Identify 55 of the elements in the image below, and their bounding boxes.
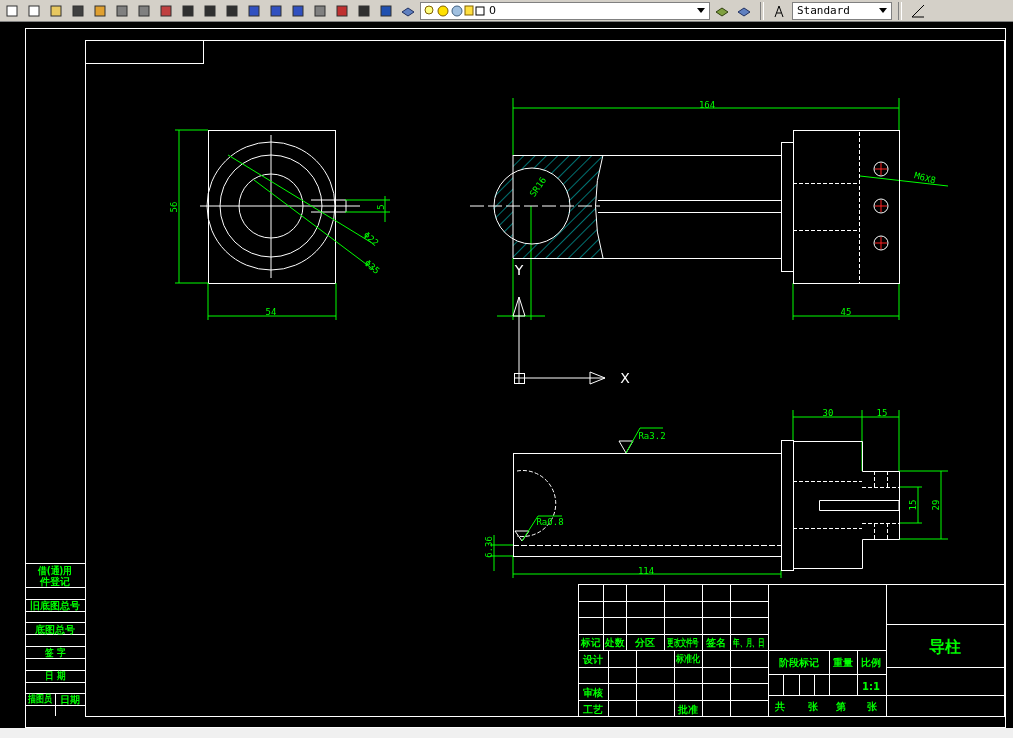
text-style-name: Standard [797, 4, 851, 17]
signature-label: 工艺 [583, 703, 603, 715]
strip-label: 借(通)用 [38, 564, 72, 576]
layer-name: 0 [489, 4, 497, 17]
info-header: 重量 [833, 656, 853, 668]
dimension-text: 6.36 [484, 536, 494, 558]
signature-label: 审核 [583, 686, 603, 698]
strip-label: 旧底图总号 [30, 599, 80, 611]
sheet-label: 第 [836, 700, 846, 712]
text-style-dropdown[interactable]: Standard [792, 1, 892, 20]
dimension-text: 164 [698, 100, 716, 110]
dimension-text: 15 [908, 499, 918, 511]
revision-header: 分区 [635, 636, 655, 648]
revision-header: 更改文件号 [667, 636, 699, 648]
strip-label: 日期 [60, 693, 80, 705]
dimension-text: M6X8 [913, 170, 937, 186]
revision-header: 签名 [706, 636, 726, 648]
strip-label: 描图员 [28, 693, 52, 705]
strip-label: 日 期 [45, 669, 65, 681]
dimension-text: Φ22 [361, 229, 381, 249]
strip-label: 件登记 [40, 575, 70, 587]
signature-label: 批准 [678, 703, 698, 715]
dimension-text: 45 [840, 307, 852, 317]
info-header: 比例 [861, 656, 881, 668]
strip-label: 签 字 [45, 646, 65, 658]
signature-label: 标准化 [676, 653, 700, 665]
dimension-text: 56 [169, 201, 179, 213]
roughness-symbol [514, 515, 563, 542]
sheet-label: 张 [808, 700, 818, 712]
dimension-text: 29 [931, 499, 941, 511]
revision-header: 标记 [581, 636, 601, 648]
strip-label: 底图总号 [35, 623, 75, 635]
info-header: 阶段标记 [779, 656, 819, 668]
scale-value: 1:1 [862, 680, 880, 692]
sheet-label: 共 [775, 700, 785, 712]
dimension-text: 114 [637, 566, 655, 576]
dimension-text: 30 [822, 408, 834, 418]
dropdown-caret-icon [879, 7, 887, 14]
axis-label: Y [514, 262, 524, 278]
layer-dropdown[interactable]: 0 [420, 1, 710, 20]
roughness-text: Ra0.8 [536, 517, 564, 527]
signature-label: 设计 [583, 653, 603, 665]
dimension-text: 15 [876, 408, 888, 418]
roughness-symbol [618, 427, 664, 454]
revision-header: 处数 [605, 636, 625, 648]
roughness-text: Ra3.2 [638, 431, 666, 441]
part-name: 导柱 [929, 636, 961, 656]
dropdown-caret-icon [697, 7, 705, 14]
sheet-label: 张 [867, 700, 877, 712]
layer-state-icon [423, 3, 485, 18]
dimension-text: 5 [376, 204, 386, 210]
revision-header: 年、月、日 [733, 636, 765, 648]
dimension-text: Φ35 [362, 257, 382, 277]
dimension-text: 54 [265, 307, 277, 317]
axis-label: X [620, 370, 630, 386]
